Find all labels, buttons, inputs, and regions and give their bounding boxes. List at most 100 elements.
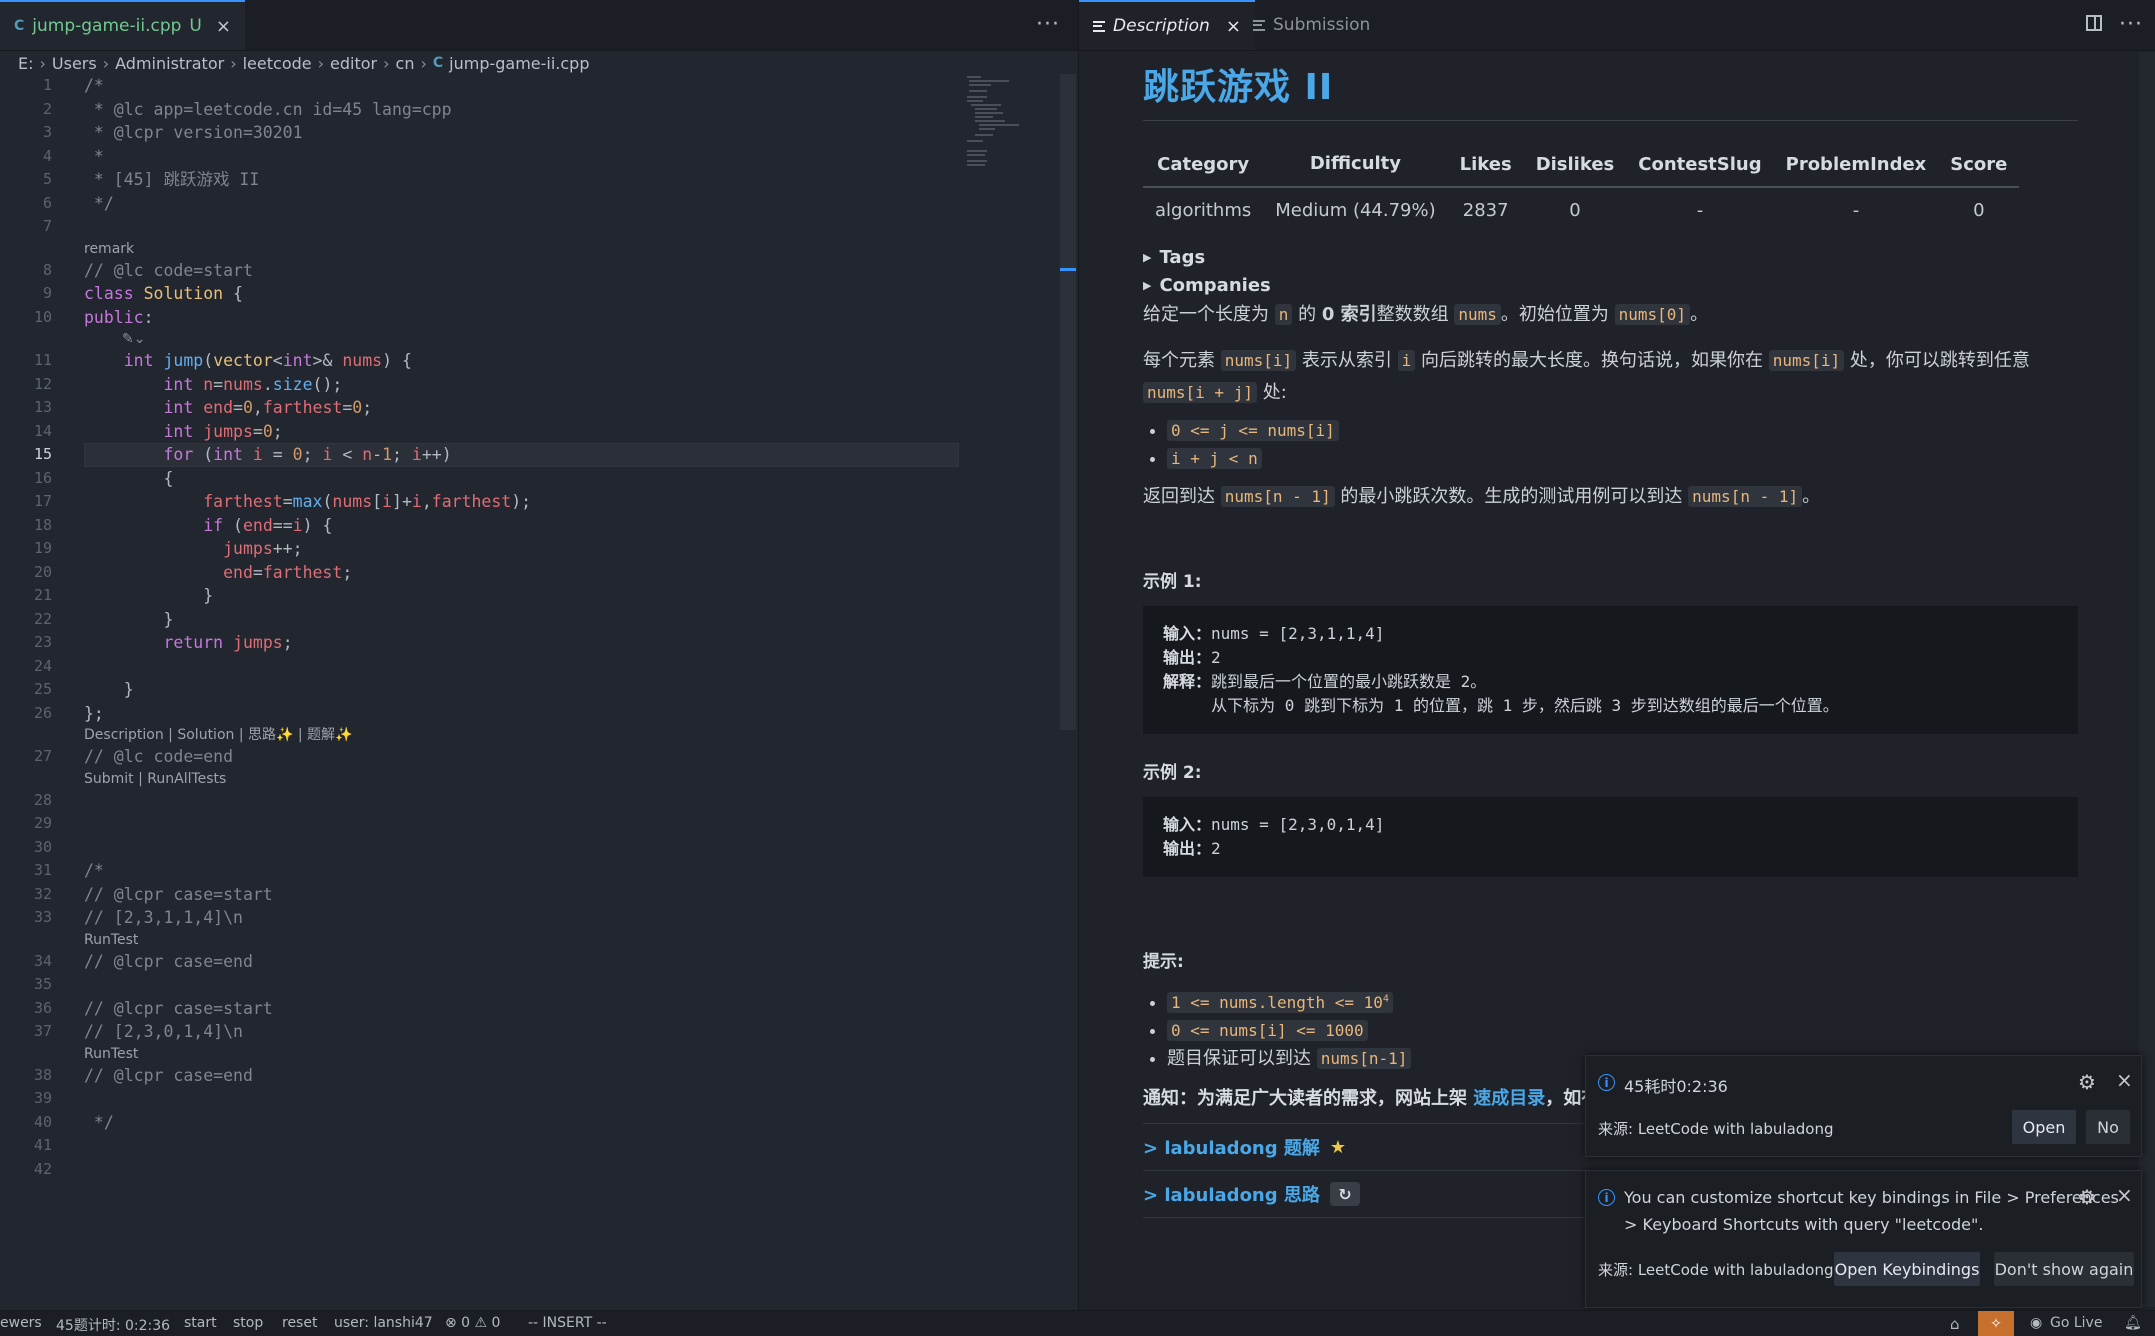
status-stop[interactable]: stop — [233, 1315, 263, 1331]
chevron-right-icon: › — [383, 53, 390, 73]
gear-icon[interactable]: ⚙ — [2078, 1070, 2096, 1094]
close-icon[interactable]: × — [216, 16, 231, 37]
code-line: 20 end=farthest; — [33, 562, 353, 582]
code-line: 27// @lc code=end — [33, 747, 234, 766]
open-keybindings-button[interactable]: Open Keybindings — [1834, 1252, 1980, 1286]
status-problems[interactable]: ⊗ 0 ⚠ 0 — [445, 1315, 500, 1331]
code-line: 31/* — [33, 861, 104, 880]
code-line: 1/* — [42, 76, 104, 95]
example-2-block: 输入：nums = [2,3,0,1,4] 输出：2 — [1143, 797, 2078, 877]
minimap[interactable] — [965, 74, 1055, 174]
notification-message: 45耗时0:2:36 — [1624, 1077, 1728, 1096]
code-editor[interactable]: C jump-game-ii.cpp U × ··· E: › Users › Ad… — [0, 0, 1078, 1310]
quick-catalog-link[interactable]: 速成目录 — [1473, 1088, 1545, 1109]
scrollbar-cursor-marker — [1060, 268, 1076, 271]
editor-tab-bar: C jump-game-ii.cpp U × ··· — [0, 0, 1078, 51]
chevron-right-icon: › — [39, 53, 46, 73]
list-item: 1 <= nums.length <= 104 — [1167, 986, 2078, 1017]
lightbulb-icon[interactable]: ✎⌄ — [122, 329, 145, 349]
code-line: 21 } — [33, 586, 214, 605]
example-1-label: 示例 1: — [1143, 572, 1202, 592]
breadcrumb-item[interactable]: Administrator — [115, 54, 224, 73]
codelens-description[interactable]: Description | Solution | 思路✨ | 题解✨ — [0, 725, 1060, 745]
codelens-submit[interactable]: Submit | RunAllTests — [0, 769, 1060, 789]
close-icon[interactable]: × — [2116, 1183, 2133, 1207]
code-line: 16 { — [33, 468, 174, 488]
tab-jump-game-ii[interactable]: C jump-game-ii.cpp U × — [0, 0, 245, 50]
status-start[interactable]: start — [184, 1315, 217, 1331]
cpp-file-icon: C — [14, 18, 25, 34]
code-line: 42 — [33, 1159, 52, 1178]
go-live-button[interactable]: Go Live — [2050, 1315, 2102, 1331]
code-line: 35 — [33, 975, 52, 993]
close-icon[interactable]: × — [2116, 1068, 2133, 1092]
table-row: algorithms Medium (44.79%) 2837 0 - - 0 — [1155, 200, 1985, 221]
chevron-right-icon: › — [102, 53, 110, 73]
code-line: 29 — [33, 814, 52, 832]
code-line: 25 } — [33, 680, 134, 699]
open-button[interactable]: Open — [2012, 1110, 2076, 1144]
code-line: 34// @lcpr case=end — [33, 951, 253, 971]
breadcrumb-item[interactable]: E: — [18, 54, 34, 73]
split-editor-icon[interactable] — [2086, 15, 2102, 31]
notification-timer[interactable]: i 45耗时0:2:36 ⚙ × 来源: LeetCode with labul… — [1585, 1055, 2142, 1157]
info-icon: i — [1598, 1189, 1615, 1206]
copilot-icon[interactable]: ⌂ — [1950, 1315, 1960, 1333]
problem-content: 跳跃游戏 II Category Difficulty Likes Dislik… — [1143, 58, 2078, 1219]
code-line: 19 jumps++; — [33, 539, 303, 558]
status-vim-mode: -- INSERT -- — [528, 1315, 607, 1331]
code-line: 28 — [33, 790, 52, 809]
gear-icon[interactable]: ⚙ — [2078, 1185, 2096, 1209]
notification-message: You can customize shortcut key bindings … — [1624, 1188, 2119, 1207]
code-line: 7 — [42, 217, 52, 235]
refresh-icon[interactable]: ↻ — [1329, 1182, 1360, 1207]
dont-show-again-button[interactable]: Don't show again — [1994, 1252, 2134, 1286]
tab-submission[interactable]: Submission — [1239, 0, 1384, 50]
notification-keybindings[interactable]: i You can customize shortcut key binding… — [1585, 1170, 2142, 1308]
problem-statement: 返回到达 nums[n - 1] 的最小跳跃次数。生成的测试用例可以到达 num… — [1143, 486, 1821, 507]
more-actions-icon[interactable]: ··· — [1036, 12, 1060, 37]
code-line: 17 farthest=max(nums[i]+i,farthest); — [33, 492, 532, 511]
code-line: 2 * @lc app=leetcode.cn id=45 lang=cpp — [42, 99, 452, 119]
codelens-fold[interactable]: ✎⌄ — [0, 329, 1060, 349]
code-line: 11 int jump(vector<int>& nums) { — [33, 351, 412, 370]
hint-label: 提示: — [1143, 952, 1184, 972]
status-reset[interactable]: reset — [282, 1315, 317, 1331]
notification-message-line2: > Keyboard Shortcuts with query "leetcod… — [1624, 1215, 1984, 1234]
chevron-right-icon: › — [230, 53, 237, 73]
tab-git-status: U — [189, 16, 202, 36]
breadcrumb-file[interactable]: jump-game-ii.cpp — [449, 54, 589, 73]
example-1-block: 输入：nums = [2,3,1,1,4] 输出：2 解释：跳到最后一个位置的最… — [1143, 606, 2078, 734]
code-line: 23 return jumps; — [33, 633, 293, 652]
status-item[interactable]: ewers — [0, 1315, 42, 1331]
code-line: 12 int n=nums.size(); — [33, 374, 343, 394]
breadcrumb-item[interactable]: Users — [52, 54, 97, 73]
editor-scrollbar[interactable] — [1060, 74, 1076, 730]
code-line: 5 * [45] 跳跃游戏 II — [42, 170, 260, 189]
tab-description[interactable]: Description × — [1079, 0, 1255, 50]
problem-statement: 每个元素 nums[i] 表示从索引 i 向后跳转的最大长度。换句话说，如果你在… — [1143, 350, 2030, 403]
no-button[interactable]: No — [2086, 1110, 2130, 1144]
codelens-runtest[interactable]: RunTest — [0, 930, 1060, 950]
list-item: i + j < n — [1167, 445, 2078, 473]
code-line: 41 — [33, 1136, 52, 1154]
status-user[interactable]: user: lanshi47 — [334, 1315, 433, 1331]
constraint-list: 0 <= j <= nums[i] i + j < n — [1143, 417, 2078, 473]
breadcrumb-item[interactable]: editor — [330, 54, 377, 73]
tags-toggle[interactable]: ▶ Tags — [1143, 243, 2078, 271]
codelens-runtest[interactable]: RunTest — [0, 1044, 1060, 1064]
tab-filename: jump-game-ii.cpp — [32, 16, 182, 36]
leetcode-icon[interactable]: ✧ — [1978, 1311, 2014, 1336]
code-lines[interactable]: 1/* 2 * @lc app=leetcode.cn id=45 lang=c… — [0, 74, 1060, 1181]
breadcrumb-item[interactable]: leetcode — [243, 54, 312, 73]
codelens-remark[interactable]: remark — [0, 239, 1060, 259]
bell-icon[interactable]: 🔔︎ — [2124, 1315, 2142, 1331]
breadcrumb-item[interactable]: cn — [396, 54, 415, 73]
companies-toggle[interactable]: ▶ Companies — [1143, 271, 2078, 299]
status-timer[interactable]: 45题计时: 0:2:36 — [56, 1315, 170, 1335]
more-actions-icon[interactable]: ··· — [2119, 12, 2143, 37]
code-line: 14 int jumps=0; — [33, 421, 283, 441]
code-line: 37// [2,3,0,1,4]\n — [33, 1022, 243, 1041]
triangle-right-icon: ▶ — [1143, 250, 1152, 264]
code-line: 39 — [33, 1089, 52, 1107]
